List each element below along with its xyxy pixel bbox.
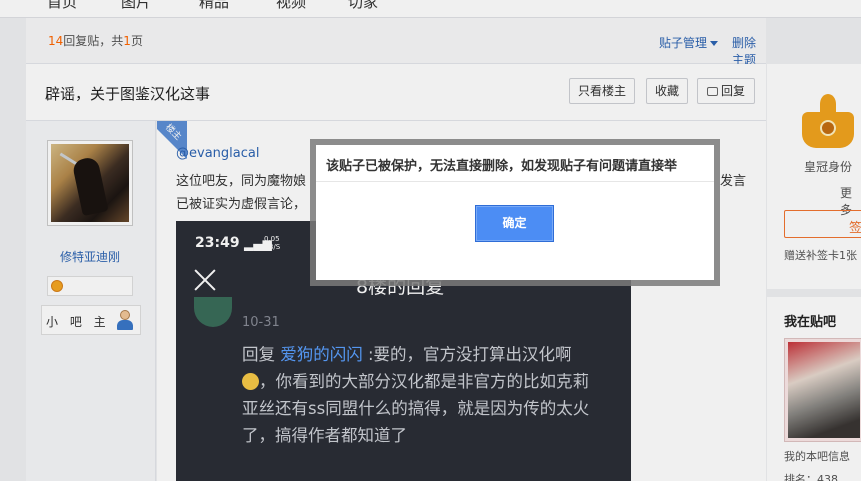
confirm-button[interactable]: 确定 bbox=[475, 205, 554, 242]
dialog-message: 该贴子已被保护，无法直接删除，如发现贴子有问题请直接举 bbox=[326, 159, 678, 174]
dialog-header: 该贴子已被保护，无法直接删除，如发现贴子有问题请直接举 bbox=[316, 145, 714, 182]
protected-post-dialog: 该贴子已被保护，无法直接删除，如发现贴子有问题请直接举 确定 bbox=[316, 145, 714, 280]
